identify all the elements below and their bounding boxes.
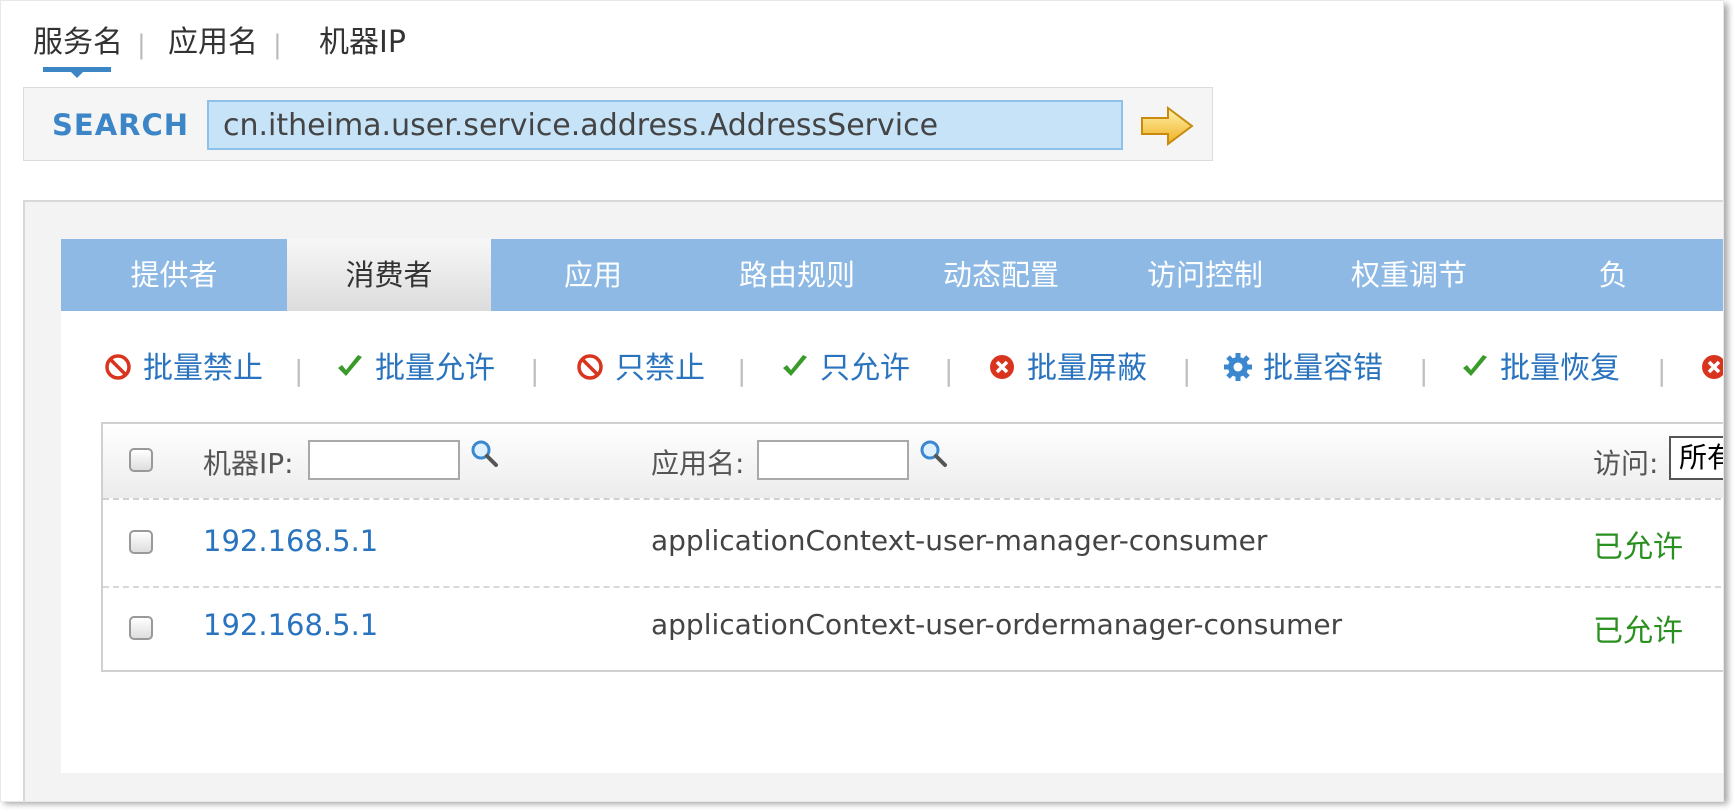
check-icon: [783, 354, 807, 376]
search-tab-service[interactable]: 服务名: [33, 23, 123, 63]
divider: |: [294, 354, 304, 387]
only-forbid-button[interactable]: 只禁止: [575, 349, 705, 389]
tab-bar: 提供者 消费者 应用 路由规则 动态配置 访问控制 权重调节 负: [61, 239, 1723, 311]
ip-filter-label: 机器IP:: [203, 447, 294, 480]
magnifier-icon[interactable]: [469, 438, 499, 468]
batch-mask-button[interactable]: 批量屏蔽: [987, 349, 1147, 389]
tab-access-control[interactable]: 访问控制: [1103, 239, 1307, 311]
search-tab-app[interactable]: 应用名: [168, 23, 258, 63]
app-name: applicationContext-user-ordermanager-con…: [651, 608, 1343, 641]
divider: |: [1182, 354, 1192, 387]
batch-unmask-button[interactable]: [1699, 349, 1723, 389]
divider: |: [1419, 354, 1429, 387]
toolbar-label: 只允许: [820, 351, 910, 386]
toolbar-label: 批量容错: [1263, 351, 1383, 386]
row-checkbox[interactable]: [129, 530, 153, 554]
divider: |: [1657, 354, 1667, 387]
app-name: applicationContext-user-manager-consumer: [651, 524, 1268, 557]
batch-tolerate-button[interactable]: 批量容错: [1223, 349, 1383, 389]
gear-icon: [1224, 352, 1252, 381]
tab-consumers[interactable]: 消费者: [287, 239, 491, 311]
only-allow-button[interactable]: 只允许: [780, 349, 910, 389]
arrow-right-icon[interactable]: [1138, 104, 1196, 148]
toolbar-label: 批量恢复: [1500, 351, 1620, 386]
search-input[interactable]: [207, 100, 1123, 150]
row-checkbox[interactable]: [129, 616, 153, 640]
divider: |: [137, 30, 146, 60]
toolbar-label: 批量禁止: [143, 351, 263, 386]
tab-applications[interactable]: 应用: [491, 239, 695, 311]
tab-weights[interactable]: 权重调节: [1307, 239, 1511, 311]
batch-restore-button[interactable]: 批量恢复: [1460, 349, 1620, 389]
consumer-table: 机器IP: 应用名: 访问: 所有 192.168.5.1 applicatio…: [101, 422, 1723, 674]
ip-link[interactable]: 192.168.5.1: [203, 524, 378, 558]
tab-routes[interactable]: 路由规则: [695, 239, 899, 311]
check-icon: [1463, 354, 1487, 376]
divider: |: [273, 30, 282, 60]
search-bar: SEARCH: [23, 87, 1213, 161]
app-filter-input[interactable]: [757, 440, 909, 480]
magnifier-icon[interactable]: [918, 438, 948, 468]
toolbar-label: 批量允许: [375, 351, 495, 386]
toolbar-label: 批量屏蔽: [1027, 351, 1147, 386]
access-filter-select[interactable]: 所有: [1669, 436, 1723, 480]
batch-forbid-button[interactable]: 批量禁止: [103, 349, 263, 389]
access-filter-label: 访问:: [1593, 447, 1659, 480]
divider: |: [944, 354, 954, 387]
page: 服务名 | 应用名 | 机器IP SEARCH 提供者 消费者 应用 路由规则 …: [0, 0, 1724, 802]
window-frame: 服务名 | 应用名 | 机器IP SEARCH 提供者 消费者 应用 路由规则 …: [0, 0, 1724, 802]
ip-link[interactable]: 192.168.5.1: [203, 608, 378, 642]
ban-icon: [105, 353, 131, 380]
status-text: 已允许: [1593, 530, 1683, 565]
red-x-circle-icon: [1702, 354, 1723, 379]
tab-dynamic-config[interactable]: 动态配置: [899, 239, 1103, 311]
divider: |: [530, 354, 540, 387]
ban-icon: [577, 353, 603, 380]
search-label: SEARCH: [52, 108, 190, 142]
ip-filter-input[interactable]: [308, 440, 460, 480]
select-all-checkbox[interactable]: [129, 448, 153, 472]
active-tab-caret: [71, 72, 83, 78]
table-row: 192.168.5.1 applicationContext-user-orde…: [103, 588, 1723, 674]
divider: |: [737, 354, 747, 387]
check-icon: [338, 354, 362, 376]
search-tab-ip[interactable]: 机器IP: [319, 23, 406, 63]
tab-load-balance[interactable]: 负: [1511, 239, 1715, 311]
toolbar-label: 只禁止: [615, 351, 705, 386]
table-row: 192.168.5.1 applicationContext-user-mana…: [103, 500, 1723, 588]
table-header: 机器IP: 应用名: 访问: 所有: [103, 424, 1723, 500]
batch-allow-button[interactable]: 批量允许: [335, 349, 495, 389]
app-filter-label: 应用名:: [651, 447, 745, 480]
tab-providers[interactable]: 提供者: [61, 239, 287, 311]
status-text: 已允许: [1593, 614, 1683, 649]
red-x-circle-icon: [990, 354, 1014, 379]
